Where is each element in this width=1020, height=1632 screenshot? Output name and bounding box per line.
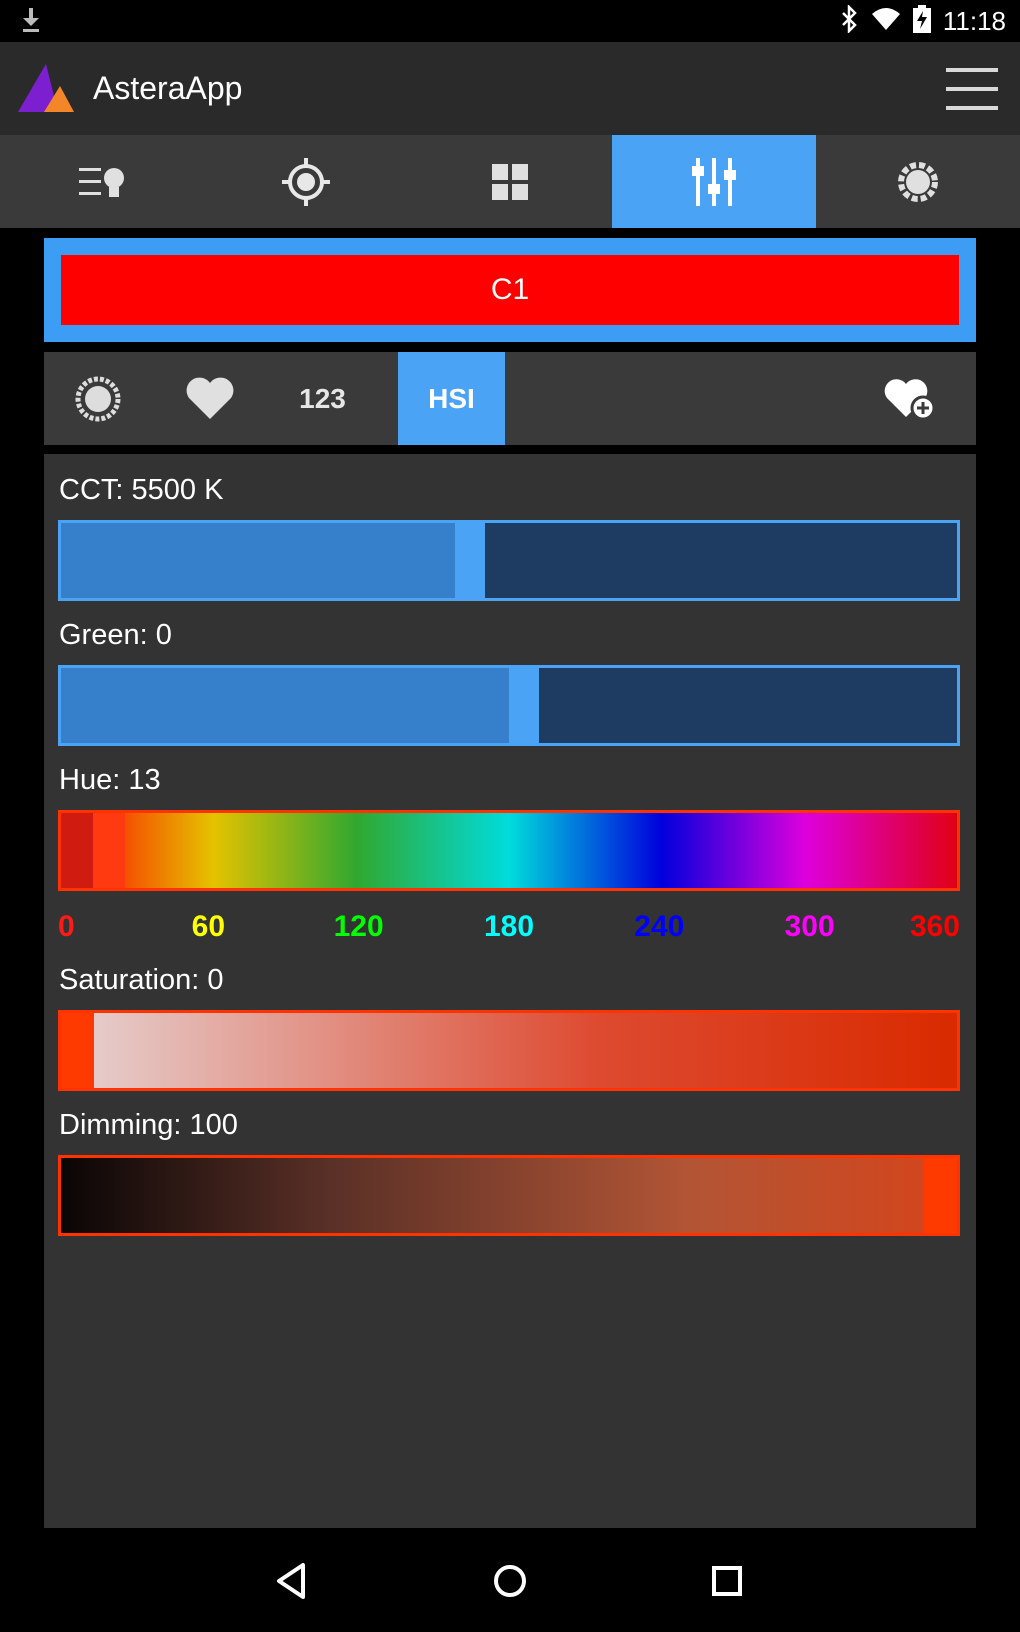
hue-label: Hue: 13 <box>59 764 161 796</box>
saturation-label: Saturation: 0 <box>59 964 224 996</box>
mode-bar: 123 HSI <box>44 352 976 445</box>
tab-target[interactable] <box>204 135 408 228</box>
cct-slider[interactable] <box>58 520 960 601</box>
green-slider-fill <box>61 668 509 743</box>
dimming-slider-thumb[interactable] <box>924 1158 957 1233</box>
battery-charging-icon <box>912 4 931 38</box>
saturation-slider[interactable] <box>58 1010 960 1091</box>
main-tab-bar <box>0 135 1020 228</box>
heart-icon <box>186 377 233 419</box>
light-list-icon <box>79 167 124 197</box>
hue-tick-label: 180 <box>483 910 535 943</box>
saturation-slider-thumb[interactable] <box>61 1013 94 1088</box>
channel-selector[interactable]: C1 <box>44 238 976 342</box>
hue-slider-thumb[interactable] <box>93 813 125 888</box>
mode-hsi[interactable]: HSI <box>398 352 505 445</box>
mode-numeric[interactable]: 123 <box>269 352 376 445</box>
heart-add-icon <box>884 378 935 420</box>
green-label: Green: 0 <box>59 619 172 651</box>
grid-icon <box>492 163 528 200</box>
hamburger-menu-icon[interactable] <box>946 68 998 110</box>
cct-slider-thumb[interactable] <box>455 523 485 598</box>
dimming-label: Dimming: 100 <box>59 1109 238 1141</box>
add-favorite-button[interactable] <box>856 352 963 445</box>
system-nav-bar <box>0 1528 1020 1632</box>
hue-tick-label: 0 <box>58 910 75 943</box>
green-slider-thumb[interactable] <box>509 668 539 743</box>
hue-slider[interactable] <box>58 810 960 891</box>
green-slider[interactable] <box>58 665 960 746</box>
hue-tick-label: 360 <box>909 910 960 943</box>
cct-slider-fill <box>61 523 455 598</box>
hue-scale: 0 60 120 180 240 300 360 <box>58 910 960 946</box>
astera-logo <box>16 60 76 121</box>
sun-settings-icon <box>898 161 938 202</box>
hue-tick-label: 60 <box>191 910 226 943</box>
app-title: AsteraApp <box>93 70 243 106</box>
status-bar: 11:18 <box>0 0 1020 42</box>
hsi-panel: CCT: 5500 K Green: 0 Hue: 13 0 60 120 180 24… <box>44 454 976 1528</box>
bluetooth-icon <box>839 3 859 38</box>
mode-color-picker[interactable] <box>44 352 151 445</box>
content-area: C1 123 HSI CCT: 5500 K Green: 0 Hue: 13 … <box>44 228 976 1528</box>
channel-label: C1 <box>490 273 530 306</box>
color-wheel-icon <box>75 376 120 421</box>
home-icon[interactable] <box>483 1554 537 1608</box>
mode-numeric-label: 123 <box>299 382 346 414</box>
status-time: 11:18 <box>942 5 1006 36</box>
tab-grid[interactable] <box>408 135 612 228</box>
hue-tick-label: 120 <box>333 910 384 943</box>
tab-settings[interactable] <box>816 135 1020 228</box>
sliders-icon <box>692 157 736 206</box>
download-icon <box>20 6 42 39</box>
app-bar: AsteraApp <box>0 42 1020 135</box>
channel-button[interactable]: C1 <box>61 255 959 325</box>
wifi-icon <box>871 6 901 37</box>
hue-tick-label: 300 <box>784 910 835 943</box>
tab-sliders[interactable] <box>612 135 816 228</box>
tab-lights[interactable] <box>0 135 204 228</box>
dimming-slider[interactable] <box>58 1155 960 1236</box>
mode-favorites[interactable] <box>156 352 263 445</box>
recents-icon[interactable] <box>700 1554 754 1608</box>
target-icon <box>282 157 330 206</box>
hue-slider-fill <box>61 813 93 888</box>
hue-tick-label: 240 <box>634 910 685 943</box>
back-icon[interactable] <box>266 1554 320 1608</box>
cct-label: CCT: 5500 K <box>59 474 224 506</box>
mode-hsi-label: HSI <box>428 382 475 414</box>
